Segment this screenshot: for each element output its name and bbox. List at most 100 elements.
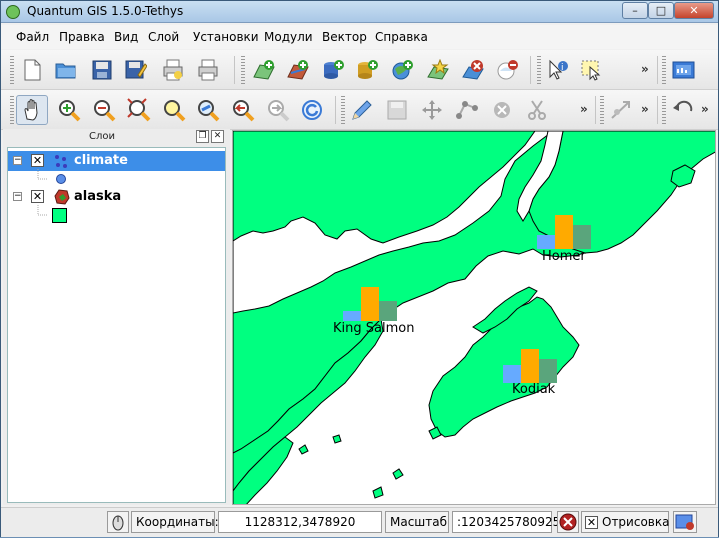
menu-settings[interactable]: Установки [193, 30, 259, 44]
toolbar-grip[interactable] [600, 96, 604, 124]
zoom-full-icon[interactable] [125, 96, 153, 124]
delete-selected-icon[interactable] [488, 96, 516, 124]
toolbar-grip[interactable] [662, 96, 666, 124]
toolbar-overflow-button[interactable]: » [701, 102, 709, 116]
map-svg: Homer King Salmon Kodiak [233, 131, 715, 504]
menu-plugins[interactable]: Модули [264, 30, 313, 44]
scale-field[interactable]: :1203425780925 [452, 511, 560, 533]
render-checkbox[interactable]: ✕ [585, 516, 598, 529]
node-tool-icon[interactable] [453, 96, 481, 124]
menu-edit[interactable]: Правка [59, 30, 105, 44]
toggle-extents-button[interactable] [107, 511, 129, 533]
diagram-label-homer: Homer [542, 249, 586, 264]
print-icon[interactable] [194, 56, 222, 84]
print-composer-icon[interactable] [159, 56, 187, 84]
layer-item-climate[interactable]: − ✕ climate [8, 151, 225, 171]
coordinates-field[interactable]: 1128312,3478920 [218, 511, 382, 533]
toolbar-separator [530, 56, 531, 84]
menu-view[interactable]: Вид [114, 30, 138, 44]
diagram-bar [503, 365, 521, 383]
toolbar-separator [657, 56, 658, 84]
new-vector-layer-icon[interactable] [424, 56, 452, 84]
split-features-icon[interactable] [607, 96, 635, 124]
menu-file[interactable]: Файл [16, 30, 49, 44]
pan-icon[interactable] [16, 95, 48, 125]
diagram-bar [573, 225, 591, 249]
identify-icon[interactable]: i [544, 56, 572, 84]
toolbar-grip[interactable] [341, 96, 345, 124]
toolbar-overflow-button[interactable]: » [580, 102, 588, 116]
add-vector-layer-icon[interactable] [250, 56, 278, 84]
undo-icon[interactable] [669, 96, 697, 124]
toolbar-grip[interactable] [662, 56, 666, 84]
diagram-bar [379, 301, 397, 321]
collapse-toggle[interactable]: − [13, 156, 22, 165]
save-edits-icon[interactable] [383, 96, 411, 124]
toolbar-separator [657, 96, 658, 124]
toolbar-grip[interactable] [10, 56, 14, 84]
zoom-out-icon[interactable] [90, 96, 118, 124]
select-features-icon[interactable] [578, 56, 606, 84]
edit-pencil-icon[interactable] [348, 96, 376, 124]
zoom-next-icon[interactable] [264, 96, 292, 124]
close-panel-button[interactable]: ✕ [211, 130, 224, 143]
add-wms-layer-icon[interactable] [388, 56, 416, 84]
projection-button[interactable] [673, 511, 697, 533]
toolbar-separator [335, 96, 336, 124]
collapse-toggle[interactable]: − [13, 192, 22, 201]
add-postgis-layer-icon[interactable] [319, 56, 347, 84]
minimize-button[interactable]: – [622, 2, 648, 19]
layer-tree[interactable]: − ✕ climate − ✕ alaska [7, 147, 226, 503]
toolbar-grip[interactable] [10, 96, 14, 124]
projection-icon [675, 514, 694, 530]
zoom-selection-icon[interactable] [160, 96, 188, 124]
overview-icon[interactable] [493, 56, 521, 84]
add-raster-layer-icon[interactable] [284, 56, 312, 84]
layer-name: alaska [74, 189, 122, 204]
diagram-bar [555, 215, 573, 249]
layer-visibility-checkbox[interactable]: ✕ [31, 190, 44, 203]
polygon-symbol-swatch [52, 208, 67, 223]
layers-panel: Слои ❐ ✕ − ✕ climate − ✕ alaska [3, 129, 230, 505]
qgis-logo-icon [6, 5, 20, 19]
cut-features-icon[interactable] [523, 96, 551, 124]
menu-help[interactable]: Справка [375, 30, 428, 44]
diagram-bar [343, 311, 361, 321]
menu-layer[interactable]: Слой [148, 30, 179, 44]
layer-item-alaska[interactable]: − ✕ alaska [8, 187, 225, 207]
close-button[interactable]: ✕ [674, 2, 714, 19]
tree-branch-line [37, 169, 48, 180]
menu-vector[interactable]: Вектор [322, 30, 367, 44]
legend-item-climate [8, 169, 225, 189]
toolbar-separator [234, 56, 235, 84]
zoom-layer-icon[interactable] [194, 96, 222, 124]
toolbar-overflow-button[interactable]: » [641, 62, 649, 76]
move-feature-icon[interactable] [418, 96, 446, 124]
layers-panel-header: Слои ❐ ✕ [3, 129, 230, 145]
land-islet-4 [332, 434, 342, 444]
save-as-icon[interactable] [122, 56, 150, 84]
toolbar-grip[interactable] [241, 56, 245, 84]
remove-layer-icon[interactable] [459, 56, 487, 84]
map-canvas[interactable]: Homer King Salmon Kodiak [232, 130, 716, 505]
scale-label: Масштаб [385, 511, 449, 533]
toolbar-grip[interactable] [537, 56, 541, 84]
stop-render-button[interactable] [557, 511, 579, 533]
open-project-icon[interactable] [52, 56, 80, 84]
point-layer-icon [53, 153, 69, 169]
new-project-icon[interactable] [18, 56, 46, 84]
zoom-last-icon[interactable] [229, 96, 257, 124]
save-project-icon[interactable] [88, 56, 116, 84]
stop-icon [559, 513, 577, 531]
diagram-bar [539, 359, 557, 383]
float-panel-button[interactable]: ❐ [196, 130, 209, 143]
toolbar-overflow-button[interactable]: » [641, 102, 649, 116]
refresh-icon[interactable] [298, 96, 326, 124]
plugin-icon[interactable] [670, 56, 698, 84]
render-toggle[interactable]: ✕ Отрисовка [581, 511, 669, 533]
mouse-icon [112, 515, 124, 531]
zoom-in-icon[interactable] [55, 96, 83, 124]
layer-visibility-checkbox[interactable]: ✕ [31, 154, 44, 167]
add-spatialite-layer-icon[interactable] [353, 56, 381, 84]
maximize-button[interactable]: □ [648, 2, 674, 19]
